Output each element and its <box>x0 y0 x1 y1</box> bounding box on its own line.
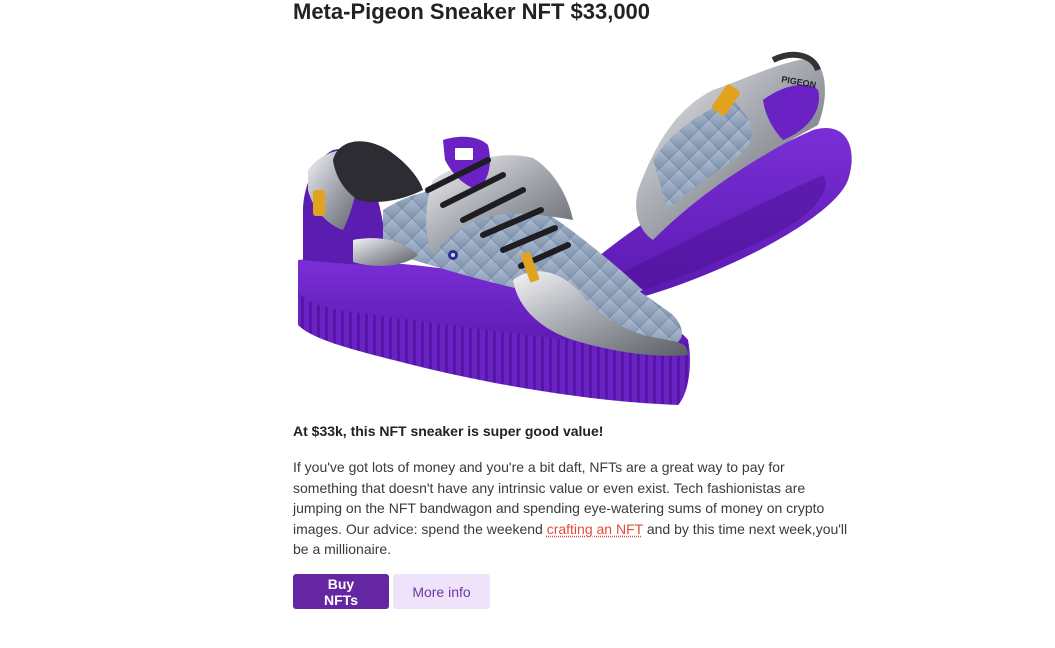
crafting-nft-link[interactable]: crafting an NFT <box>547 521 643 537</box>
article-actions: Buy NFTs More info <box>293 574 490 609</box>
more-info-button[interactable]: More info <box>393 574 490 609</box>
sneaker-image: PIGEON <box>293 40 853 410</box>
sneaker-illustration: PIGEON <box>298 51 852 405</box>
article-lead: At $33k, this NFT sneaker is super good … <box>293 423 604 439</box>
buy-nfts-button[interactable]: Buy NFTs <box>293 574 389 609</box>
back-sneaker: PIGEON <box>577 51 852 304</box>
article-body: If you've got lots of money and you're a… <box>293 457 848 560</box>
article-title: Meta-Pigeon Sneaker NFT $33,000 <box>293 0 651 24</box>
